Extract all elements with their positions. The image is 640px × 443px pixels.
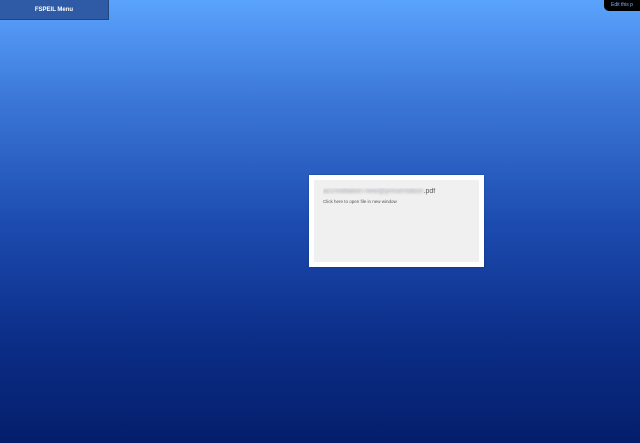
file-name-base: accreditation-new@presentation — [323, 188, 424, 195]
file-extension: .pdf — [423, 188, 436, 195]
file-card-body: accreditation-new@presentation .pdf Clic… — [314, 180, 479, 262]
edit-page-tab[interactable]: Edit this p — [604, 0, 640, 11]
file-name[interactable]: accreditation-new@presentation .pdf — [323, 188, 470, 197]
edit-page-label: Edit this p — [611, 2, 633, 8]
menu-button[interactable]: FSPEIL Menu — [0, 0, 109, 20]
menu-button-label: FSPEIL Menu — [34, 6, 74, 13]
file-link-card[interactable]: accreditation-new@presentation .pdf Clic… — [309, 175, 484, 267]
open-file-hint: Click here to open file in new window — [323, 199, 397, 204]
